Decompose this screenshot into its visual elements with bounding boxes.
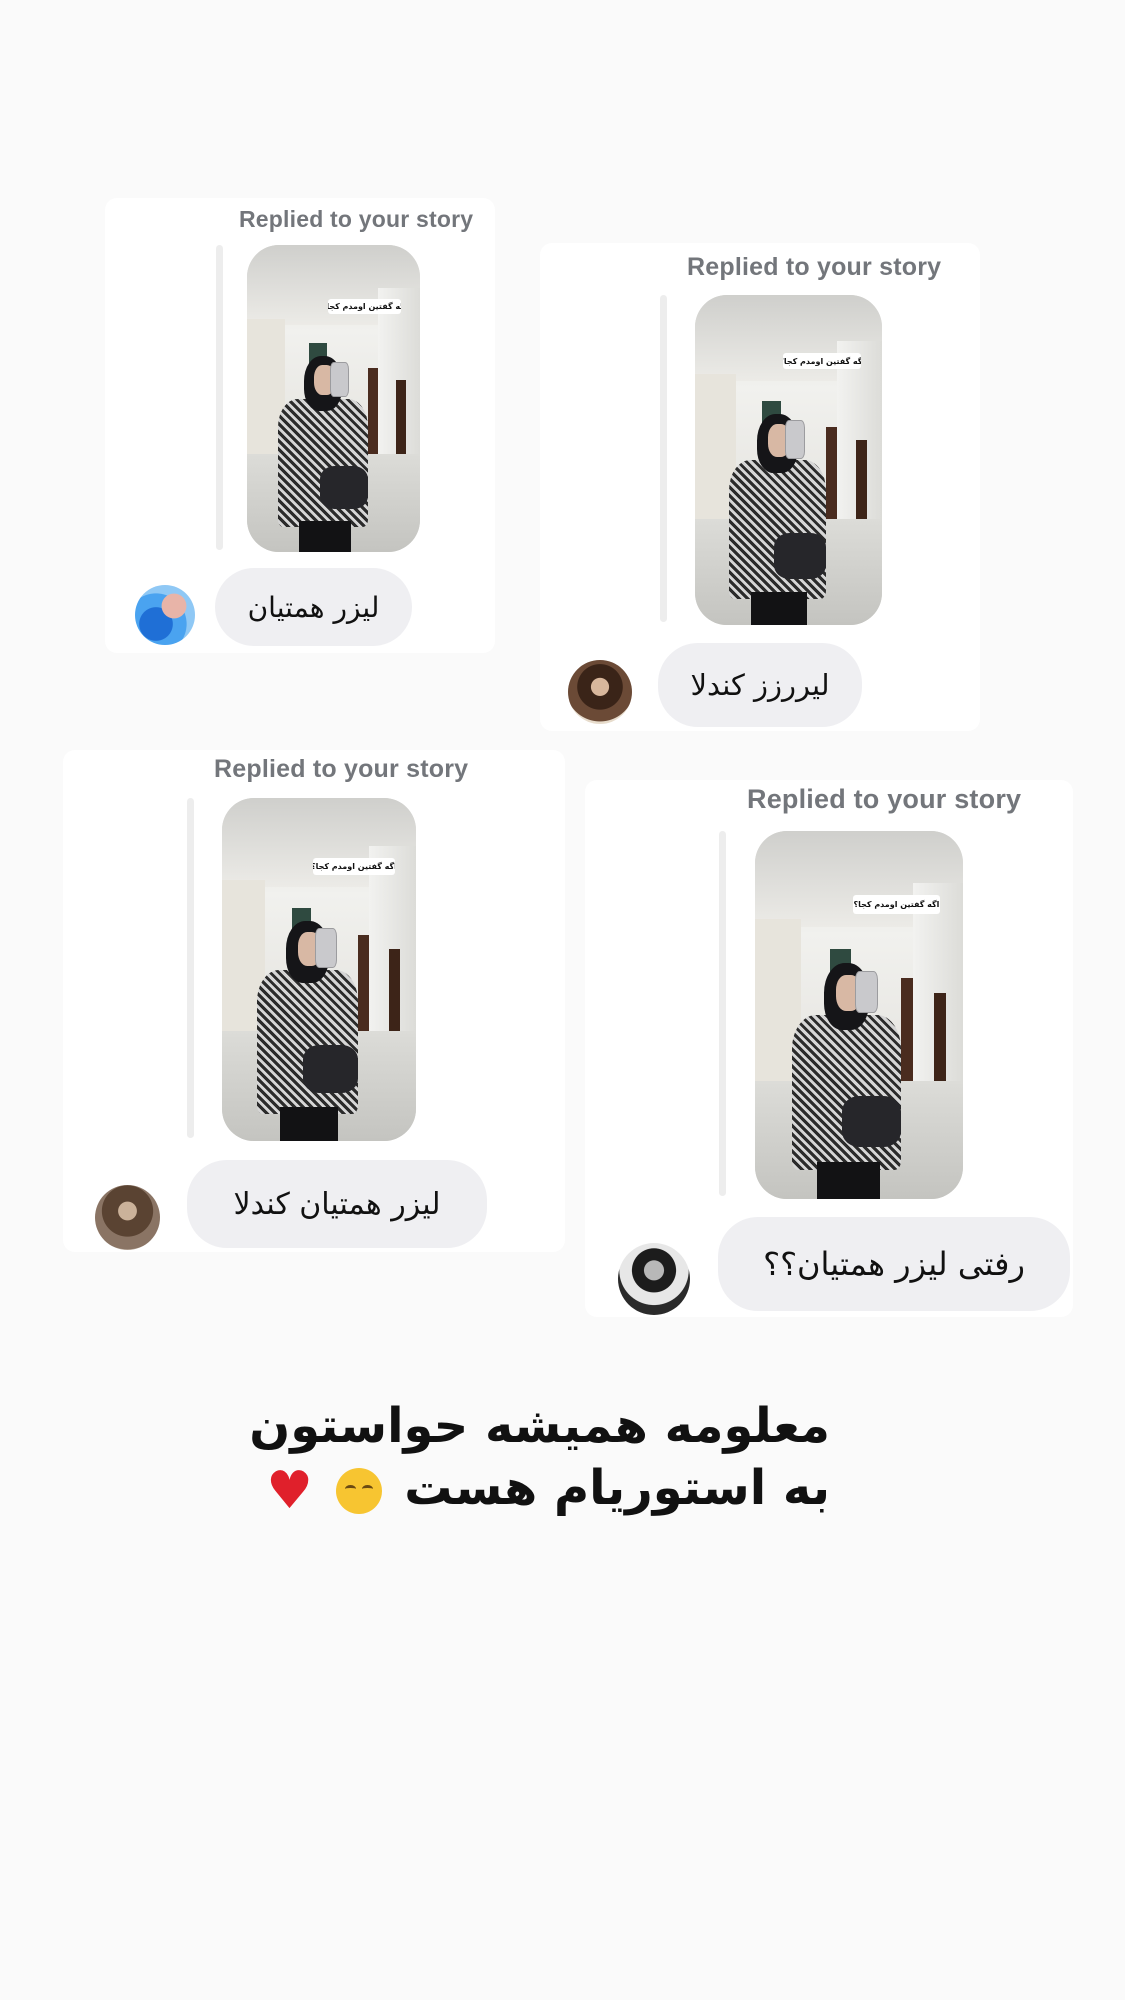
story-thumbnail[interactable]: اگه گفتین اومدم کجا؟ [695,295,882,625]
replied-to-story-label: Replied to your story [239,206,474,232]
caption-line-1: معلومه همیشه حواستون [249,1398,830,1454]
replied-to-story-label: Replied to your story [747,784,1022,814]
user-avatar[interactable] [95,1185,160,1250]
caption-line-2-text: به استوریام هست [404,1460,830,1516]
user-avatar[interactable] [618,1243,690,1315]
reply-quote-bar [719,831,726,1196]
story-reply-card: Replied to your story اگه گفتین اومدم کج… [105,198,495,653]
story-thumbnail[interactable]: اگه گفتین اومدم کجا؟ [247,245,420,552]
caption-line-2: به استوریام هست ♥ [266,1457,830,1519]
story-thumbnail[interactable]: اگه گفتین اومدم کجا؟ [755,831,963,1199]
reply-quote-bar [187,798,194,1138]
story-reply-card: Replied to your story اگه گفتین اومدم کج… [63,750,565,1252]
story-sticker-text: اگه گفتین اومدم کجا؟ [782,352,862,370]
replied-to-story-label: Replied to your story [214,755,469,783]
reply-message-bubble: لیررزز کندلا [658,643,862,727]
story-sticker-text: اگه گفتین اومدم کجا؟ [313,858,395,876]
story-sticker-text: اگه گفتین اومدم کجا؟ [328,298,401,315]
reply-quote-bar [660,295,667,622]
reply-message-bubble: لیزر همتیان کندلا [187,1160,487,1248]
story-reply-card: Replied to your story اگه گفتین اومدم کج… [540,243,980,731]
user-avatar[interactable] [568,660,632,724]
relieved-face-emoji-icon [335,1468,382,1514]
replied-to-story-label: Replied to your story [687,253,942,281]
user-avatar[interactable] [135,585,195,645]
story-thumbnail[interactable]: اگه گفتین اومدم کجا؟ [222,798,416,1141]
red-heart-emoji-icon: ♥ [266,1461,313,1521]
story-reply-card: Replied to your story اگه گفتین اومدم کج… [585,780,1073,1317]
reply-quote-bar [216,245,223,550]
story-sticker-text: اگه گفتین اومدم کجا؟ [852,895,941,914]
story-caption: معلومه همیشه حواستون به استوریام هست ♥ [249,1395,830,1519]
reply-message-bubble: لیزر همتیان [215,568,412,646]
reply-message-bubble: رفتی لیزر همتیان؟؟ [718,1217,1070,1311]
